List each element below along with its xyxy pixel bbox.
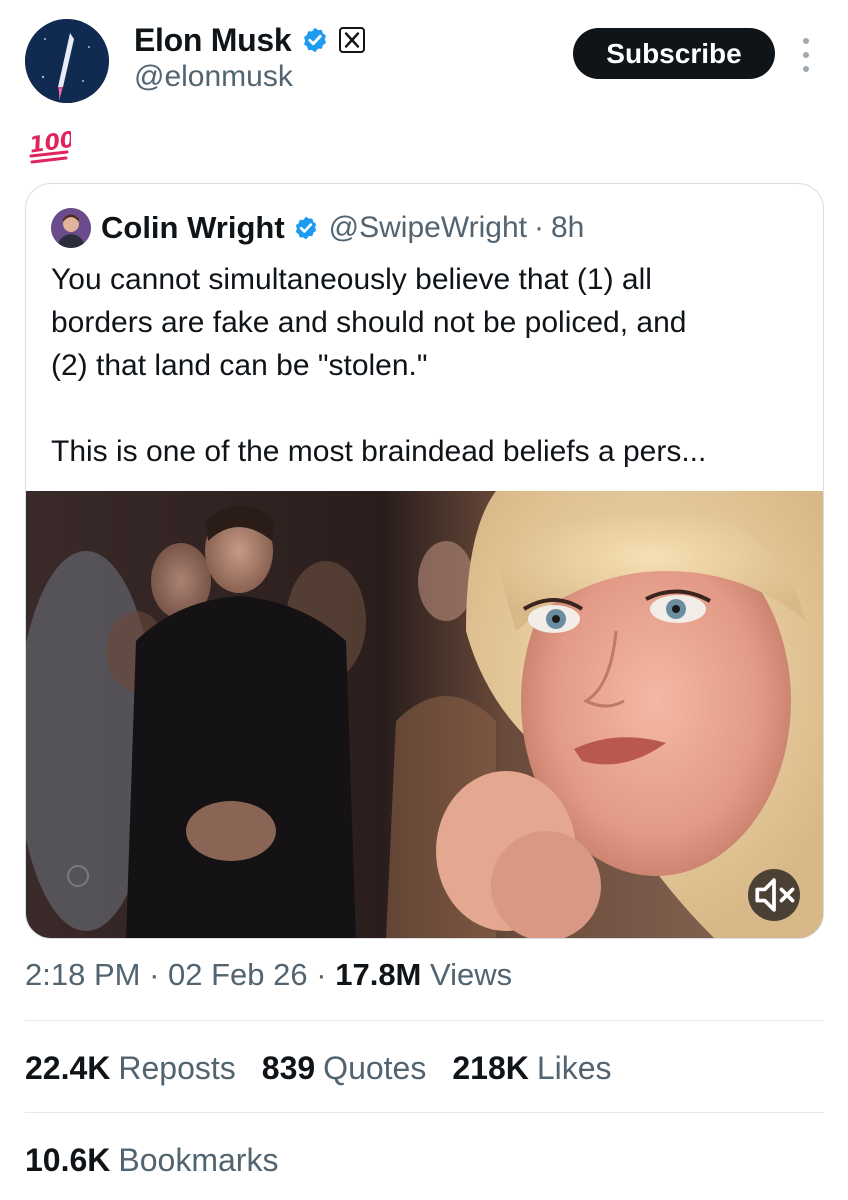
quoted-post-time: 8h (550, 211, 585, 244)
reposts-count: 22.4K (25, 1050, 111, 1086)
divider (25, 1112, 824, 1113)
bookmarks-label: Bookmarks (118, 1142, 279, 1178)
separator-dot: · (316, 957, 327, 992)
quoted-post-text: You cannot simultaneously believe that (… (51, 263, 707, 468)
reposts-stat[interactable]: 22.4K Reposts (25, 1050, 236, 1087)
bookmarks-stat[interactable]: 10.6K Bookmarks (25, 1142, 278, 1179)
engagement-stats: 22.4K Reposts 839 Quotes 218K Likes (25, 1050, 612, 1087)
quoted-post-video[interactable] (26, 491, 823, 938)
more-options-icon[interactable] (796, 38, 816, 72)
quotes-label: Quotes (323, 1050, 427, 1086)
quoted-author-name: Colin Wright (101, 210, 285, 245)
mute-button[interactable] (748, 869, 800, 921)
author-avatar[interactable] (25, 19, 109, 103)
quoted-author-avatar (51, 208, 91, 248)
likes-stat[interactable]: 218K Likes (452, 1050, 611, 1087)
post-date: 02 Feb 26 (168, 957, 308, 992)
verified-badge-icon (304, 27, 327, 53)
author-name[interactable]: Elon Musk (134, 22, 292, 59)
bookmarks-count: 10.6K (25, 1142, 111, 1178)
mute-icon (755, 878, 795, 912)
separator-dot: · (149, 957, 160, 992)
likes-count: 218K (452, 1050, 529, 1086)
likes-label: Likes (536, 1050, 612, 1086)
separator-dot: · (533, 211, 544, 244)
post-time: 2:18 PM (25, 957, 141, 992)
x-affiliation-icon (339, 27, 366, 53)
divider (25, 1020, 824, 1021)
quoted-post-card[interactable]: Colin Wright @SwipeWright · 8h You canno… (25, 183, 824, 939)
quoted-author-handle: @SwipeWright (328, 211, 527, 244)
verified-badge-icon (295, 216, 316, 240)
quotes-count: 839 (261, 1050, 316, 1086)
views-label[interactable]: Views (430, 957, 512, 992)
post-meta: 2:18 PM · 02 Feb 26 · 17.8M Views (25, 957, 512, 993)
views-count: 17.8M (335, 957, 422, 992)
reposts-label: Reposts (118, 1050, 236, 1086)
subscribe-button[interactable]: Subscribe (573, 28, 775, 79)
author-handle[interactable]: @elonmusk (134, 60, 293, 94)
quotes-stat[interactable]: 839 Quotes (262, 1050, 427, 1087)
hundred-points-emoji: 100 (28, 127, 71, 164)
